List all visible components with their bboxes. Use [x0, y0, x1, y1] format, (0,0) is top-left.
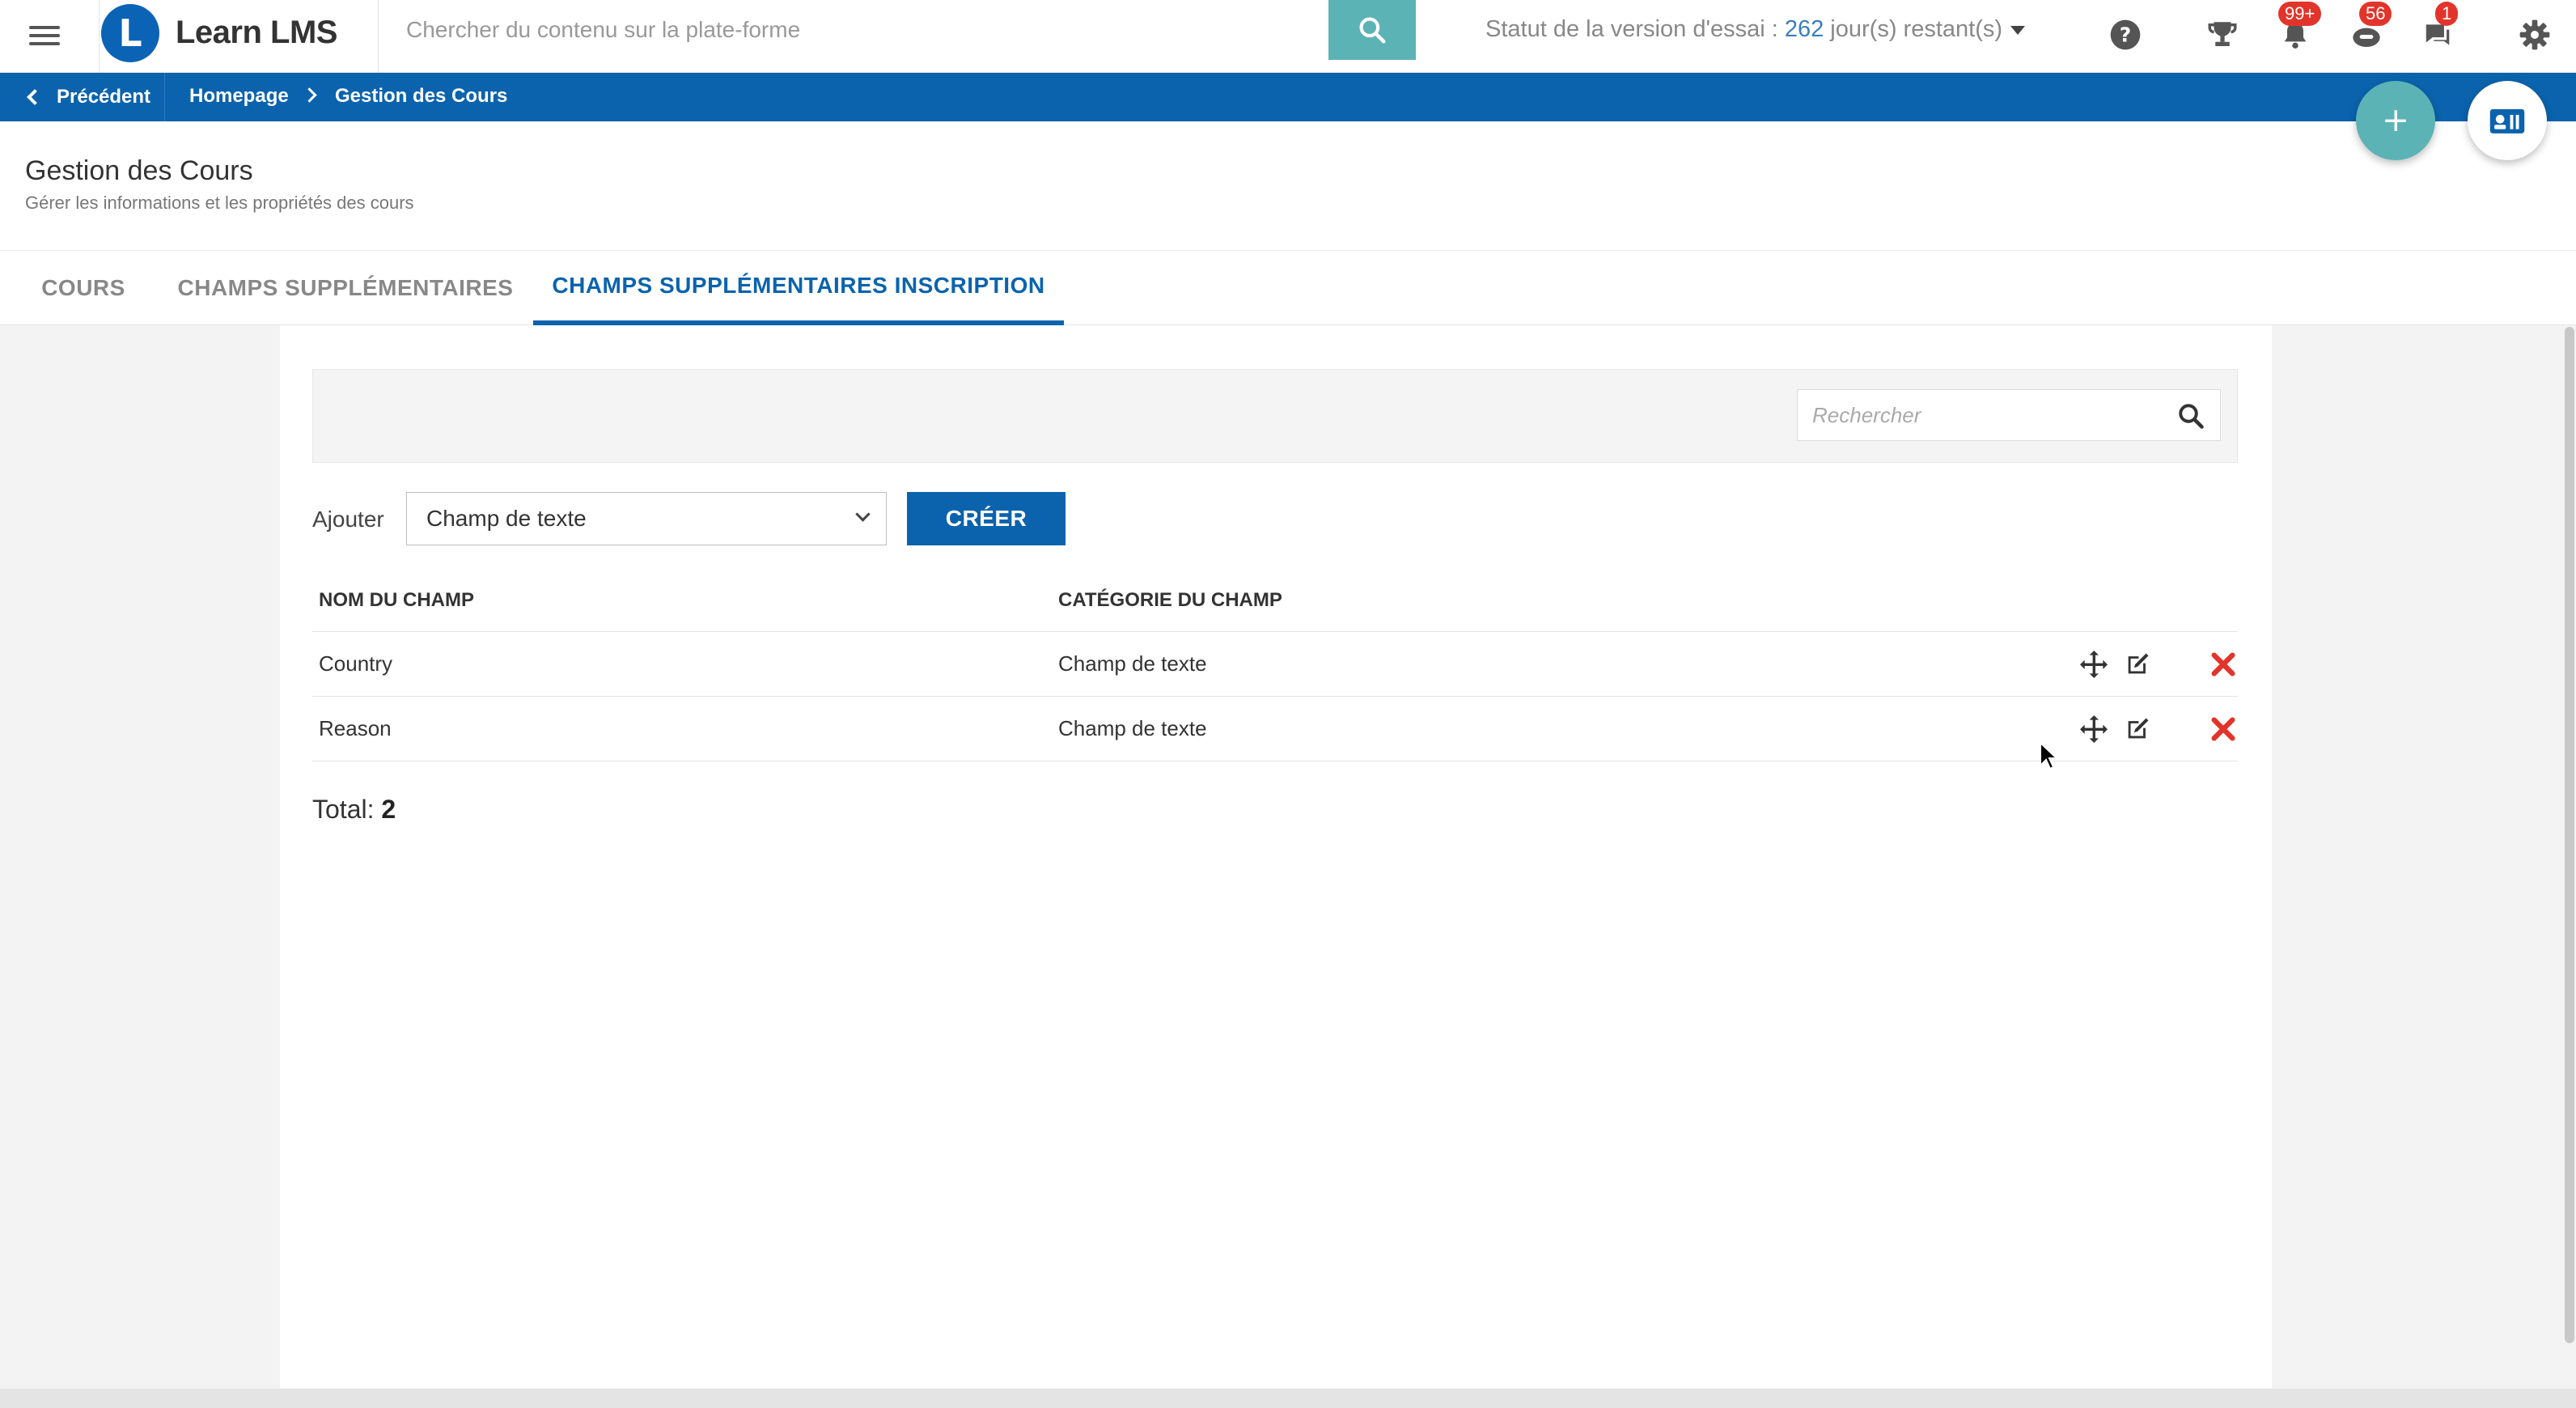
delete-icon[interactable] [2205, 647, 2241, 682]
app-name: Learn LMS [176, 15, 337, 50]
create-button[interactable]: CRÉER [907, 492, 1066, 545]
trial-status-dropdown[interactable]: Statut de la version d'essai : 262 jour(… [1485, 16, 2026, 43]
main-panel: Ajouter Champ de texte CRÉER NOM DU CHAM… [280, 325, 2272, 1389]
notifications-button[interactable]: 99+ [2275, 2, 2322, 55]
add-fab-button[interactable] [2356, 81, 2435, 160]
messages-button[interactable]: 56 [2346, 2, 2392, 55]
tab-champs-supplementaires-inscription[interactable]: CHAMPS SUPPLÉMENTAIRES INSCRIPTION [533, 251, 1064, 325]
table-row: Reason Champ de texte [312, 696, 2238, 761]
global-search-input[interactable] [380, 0, 1328, 60]
trial-prefix: Statut de la version d'essai : [1485, 16, 1785, 42]
breadcrumb-home-link[interactable]: Homepage [189, 85, 289, 108]
field-type-select[interactable]: Champ de texte [406, 492, 887, 545]
hamburger-menu-icon[interactable] [29, 21, 60, 52]
page-header: Gestion des Cours Gérer les informations… [0, 121, 2576, 251]
table-search-input[interactable] [1798, 390, 2170, 440]
filter-bar [312, 369, 2238, 463]
total-value: 2 [381, 795, 396, 824]
trial-days: 262 [1784, 16, 1824, 42]
back-button[interactable]: Précédent [0, 73, 165, 121]
tab-bar: COURS CHAMPS SUPPLÉMENTAIRES CHAMPS SUPP… [0, 251, 2576, 325]
total-count: Total: 2 [312, 795, 396, 825]
mouse-cursor-icon [2040, 741, 2059, 770]
delete-icon[interactable] [2205, 711, 2241, 747]
move-icon[interactable] [2076, 711, 2112, 747]
chevron-left-icon [27, 89, 43, 105]
messages-badge: 56 [2359, 2, 2392, 26]
page-scrollbar[interactable] [2565, 327, 2574, 1343]
plus-icon [2385, 110, 2406, 131]
column-header-name: NOM DU CHAMP [319, 589, 474, 611]
edit-icon[interactable] [2120, 711, 2155, 747]
brand-logo[interactable]: L Learn LMS [99, 0, 379, 73]
breadcrumb-current: Gestion des Cours [335, 85, 508, 107]
id-card-icon [2489, 108, 2525, 134]
svg-text:?: ? [2120, 23, 2132, 46]
back-label: Précédent [57, 86, 151, 108]
logo-icon: L [101, 4, 159, 62]
chevron-right-icon [302, 87, 317, 103]
tab-champs-supplementaires[interactable]: CHAMPS SUPPLÉMENTAIRES [172, 251, 519, 325]
field-category: Champ de texte [1058, 716, 1207, 740]
trial-suffix: jour(s) restant(s) [1824, 16, 2003, 42]
caret-down-icon [2010, 25, 2026, 35]
column-header-category: CATÉGORIE DU CHAMP [1058, 589, 1282, 611]
settings-button[interactable] [2515, 15, 2555, 55]
table-row: Country Champ de texte [312, 631, 2238, 696]
top-header: L Learn LMS Statut de la version d'essai… [0, 0, 2576, 73]
add-label: Ajouter [312, 507, 384, 532]
field-type-value: Champ de texte [426, 506, 587, 531]
trophy-icon [2208, 22, 2237, 46]
chat-button[interactable]: 1 [2417, 2, 2459, 55]
total-label: Total: [312, 795, 375, 824]
gear-icon [2519, 19, 2550, 50]
help-icon: ? [2110, 19, 2141, 50]
move-icon[interactable] [2076, 647, 2112, 682]
chat-badge: 1 [2435, 2, 2459, 26]
bottom-edge [0, 1389, 2576, 1408]
chevron-down-icon [855, 507, 871, 522]
help-button[interactable]: ? [2105, 15, 2146, 55]
notifications-badge: 99+ [2278, 2, 2322, 26]
search-icon [1359, 17, 1386, 44]
page-title: Gestion des Cours [25, 155, 253, 186]
field-name: Country [319, 651, 393, 676]
table-search [1797, 389, 2221, 441]
field-name: Reason [319, 716, 392, 740]
page-subtitle: Gérer les informations et les propriétés… [25, 193, 414, 213]
global-search-button[interactable] [1328, 0, 1416, 60]
achievements-button[interactable] [2202, 15, 2243, 55]
edit-icon[interactable] [2120, 647, 2155, 682]
search-icon[interactable] [2176, 401, 2205, 430]
id-card-fab-button[interactable] [2468, 81, 2547, 160]
breadcrumb: Précédent Homepage Gestion des Cours [0, 73, 2576, 121]
tab-cours[interactable]: COURS [23, 251, 144, 325]
field-category: Champ de texte [1058, 651, 1207, 676]
